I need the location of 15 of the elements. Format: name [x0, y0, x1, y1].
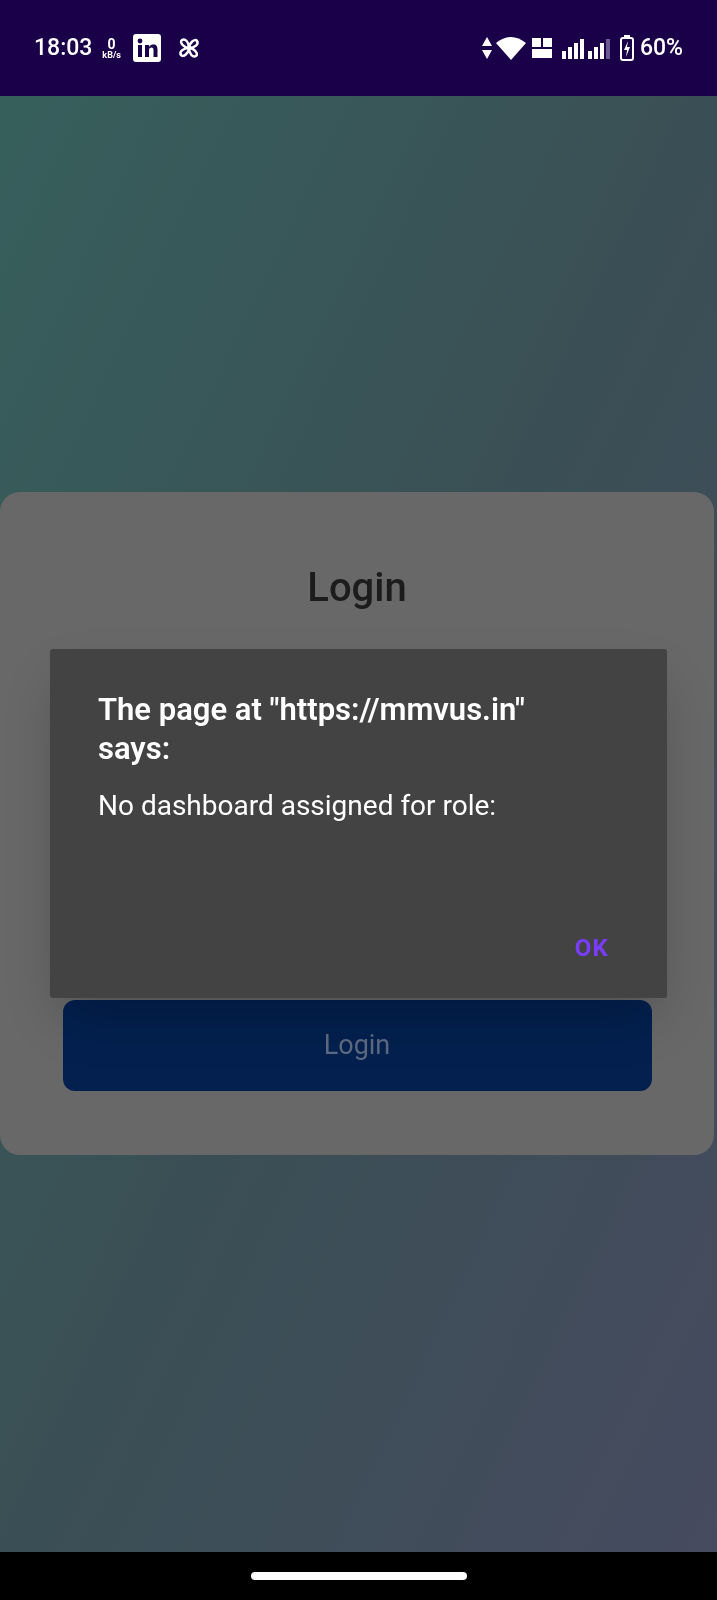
- clock: 18:03: [34, 32, 93, 63]
- battery-percent: 60%: [639, 32, 683, 63]
- wifi-icon: [495, 36, 526, 60]
- speed-value: 0: [107, 36, 116, 51]
- linkedin-icon: [132, 34, 161, 62]
- home-indicator[interactable]: [250, 1572, 467, 1580]
- ok-button[interactable]: OK: [558, 930, 625, 966]
- signal-icon: [561, 37, 610, 59]
- data-arrows-icon: [481, 37, 492, 59]
- speed-unit: kB/s: [102, 50, 121, 60]
- alert-message: No dashboard assigned for role:: [98, 787, 498, 824]
- card-title: Login: [307, 563, 407, 613]
- alert-title: The page at "https://mmvus.in" says:: [98, 691, 526, 769]
- battery-icon: [619, 35, 634, 61]
- login-button[interactable]: Login: [62, 1000, 652, 1091]
